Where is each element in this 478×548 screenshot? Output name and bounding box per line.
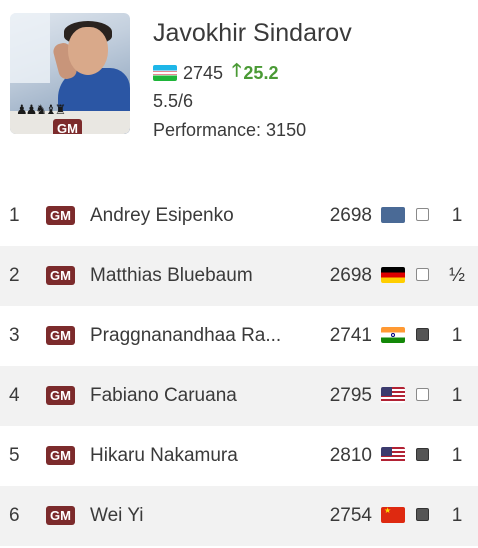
opponent-title-badge: GM bbox=[46, 446, 75, 465]
opponent-name[interactable]: Hikaru Nakamura bbox=[90, 445, 300, 467]
round-number: 6 bbox=[9, 505, 20, 526]
white-piece-icon bbox=[416, 388, 429, 401]
player-score: 5.5/6 bbox=[153, 91, 194, 111]
game-row[interactable]: 4 GM Fabiano Caruana 2795 1 bbox=[0, 366, 478, 426]
player-rating-line: 2745 🡑 25.2 bbox=[153, 58, 278, 88]
player-rating: 2745 bbox=[183, 62, 224, 83]
game-result: 1 bbox=[451, 205, 463, 226]
round-number: 5 bbox=[9, 445, 20, 466]
opponent-rating: 2741 bbox=[329, 325, 372, 346]
game-result: 1 bbox=[451, 325, 463, 346]
fide-flag-icon bbox=[381, 207, 405, 223]
opponent-title-badge: GM bbox=[46, 386, 75, 405]
opponent-title-badge: GM bbox=[46, 206, 75, 225]
black-piece-icon bbox=[416, 508, 429, 521]
white-piece-icon bbox=[416, 208, 429, 221]
games-list: 1 GM Andrey Esipenko 2698 1 2 GM Matthia… bbox=[0, 186, 478, 546]
player-name[interactable]: Javokhir Sindarov bbox=[153, 19, 352, 48]
rating-change: 25.2 bbox=[243, 62, 279, 83]
opponent-title-badge: GM bbox=[46, 506, 75, 525]
player-header: ♟♟♞♝♜ GM Javokhir Sindarov 2745 🡑 25.2 5… bbox=[0, 0, 478, 170]
opponent-rating: 2698 bbox=[329, 205, 372, 226]
china-flag-icon bbox=[381, 507, 405, 523]
game-row[interactable]: 1 GM Andrey Esipenko 2698 1 bbox=[0, 186, 478, 246]
opponent-name[interactable]: Matthias Bluebaum bbox=[90, 265, 300, 287]
opponent-name[interactable]: Wei Yi bbox=[90, 505, 300, 527]
game-result: ½ bbox=[449, 265, 465, 286]
round-number: 3 bbox=[9, 325, 20, 346]
round-number: 4 bbox=[9, 385, 20, 406]
opponent-name[interactable]: Andrey Esipenko bbox=[90, 205, 300, 227]
black-piece-icon bbox=[416, 328, 429, 341]
opponent-title-badge: GM bbox=[46, 266, 75, 285]
arrow-up-icon: 🡑 bbox=[232, 60, 242, 80]
game-result: 1 bbox=[451, 385, 463, 406]
usa-flag-icon bbox=[381, 447, 405, 463]
player-title-badge: GM bbox=[53, 119, 82, 134]
player-photo: ♟♟♞♝♜ GM bbox=[10, 13, 130, 134]
india-flag-icon bbox=[381, 327, 405, 343]
uzbekistan-flag-icon bbox=[153, 65, 177, 81]
opponent-rating: 2754 bbox=[329, 505, 372, 526]
opponent-rating: 2698 bbox=[329, 265, 372, 286]
round-number: 2 bbox=[9, 265, 20, 286]
opponent-rating: 2810 bbox=[329, 445, 372, 466]
opponent-name[interactable]: Praggnanandhaa Ra... bbox=[90, 325, 300, 347]
germany-flag-icon bbox=[381, 267, 405, 283]
game-row[interactable]: 6 GM Wei Yi 2754 1 bbox=[0, 486, 478, 546]
game-result: 1 bbox=[451, 505, 463, 526]
round-number: 1 bbox=[9, 205, 20, 226]
game-result: 1 bbox=[451, 445, 463, 466]
black-piece-icon bbox=[416, 448, 429, 461]
game-row[interactable]: 5 GM Hikaru Nakamura 2810 1 bbox=[0, 426, 478, 486]
opponent-rating: 2795 bbox=[329, 385, 372, 406]
white-piece-icon bbox=[416, 268, 429, 281]
usa-flag-icon bbox=[381, 387, 405, 403]
opponent-name[interactable]: Fabiano Caruana bbox=[90, 385, 300, 407]
player-performance: Performance: 3150 bbox=[153, 120, 307, 140]
game-row[interactable]: 2 GM Matthias Bluebaum 2698 ½ bbox=[0, 246, 478, 306]
opponent-title-badge: GM bbox=[46, 326, 75, 345]
game-row[interactable]: 3 GM Praggnanandhaa Ra... 2741 1 bbox=[0, 306, 478, 366]
